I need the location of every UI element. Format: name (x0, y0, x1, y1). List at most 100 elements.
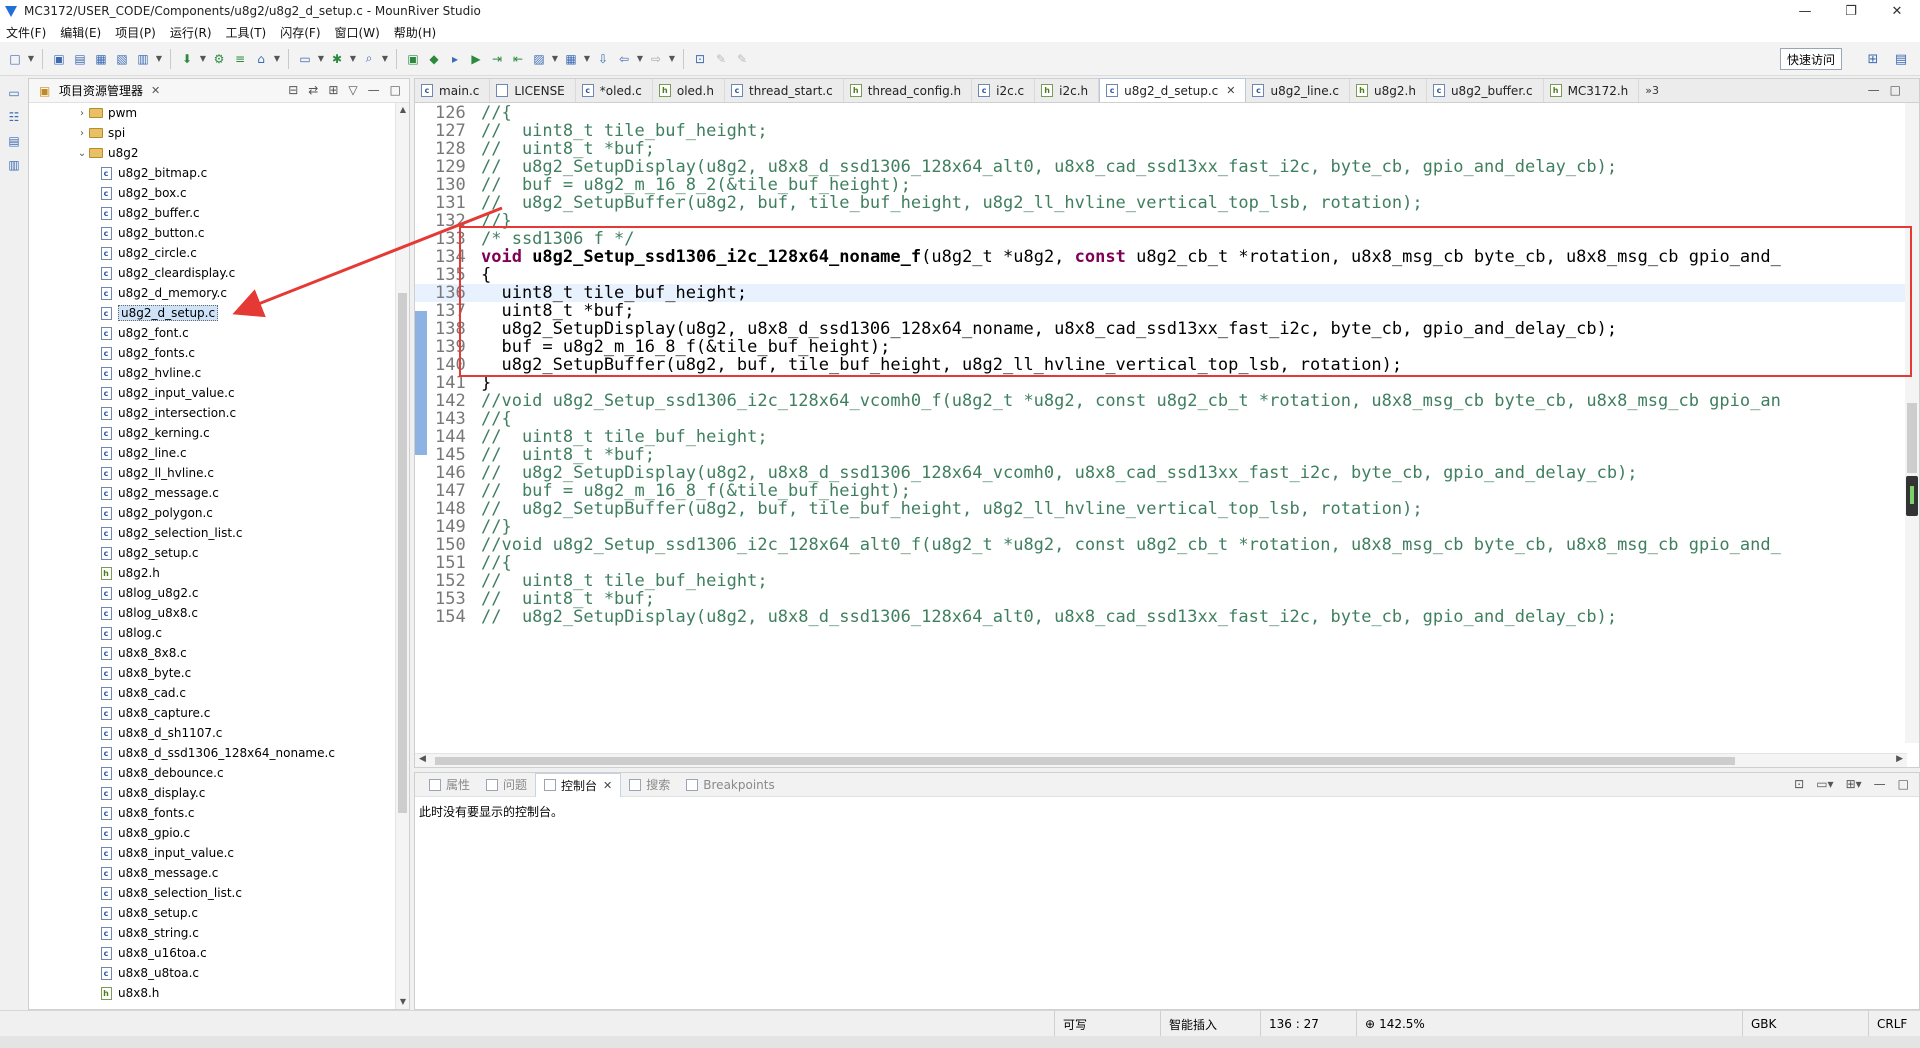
package-icon[interactable]: ⌂ (252, 50, 270, 68)
close-tab-icon[interactable]: ✕ (603, 779, 612, 792)
menu-file[interactable]: 文件(F) (6, 24, 46, 41)
tree-file[interactable]: c u8g2_circle.c (29, 243, 397, 263)
editor-tab[interactable]: h i2c.h (1035, 79, 1100, 102)
erase-icon[interactable]: ◆ (425, 50, 443, 68)
stack-icon[interactable]: ≡ (231, 50, 249, 68)
tree-file[interactable]: c u8log.c (29, 623, 397, 643)
code-line[interactable]: 149 //} (415, 518, 1905, 536)
tree-file[interactable]: c u8g2_d_setup.c (29, 303, 397, 323)
tree-file[interactable]: c u8g2_hvline.c (29, 363, 397, 383)
menu-flash[interactable]: 闪存(F) (280, 24, 320, 41)
console-view-tab[interactable]: 问题 (478, 773, 535, 797)
dropdown-arrow-icon[interactable]: ▼ (349, 50, 357, 68)
editor-min-max-icon[interactable]: —□ (1868, 83, 1911, 97)
maximize-button[interactable]: ❐ (1828, 0, 1874, 22)
scroll-left-icon[interactable]: ◀ (419, 754, 426, 764)
view-menu-icon[interactable]: ▽ (348, 83, 357, 97)
menu-project[interactable]: 项目(P) (115, 24, 156, 41)
tree-folder[interactable]: › pwm (29, 103, 397, 123)
search-icon[interactable]: ⌕ (360, 50, 378, 68)
more-tabs-button[interactable]: »3 (1639, 79, 1665, 102)
tree-file[interactable]: c u8x8_string.c (29, 923, 397, 943)
code-line[interactable]: 132 //} (415, 212, 1905, 230)
dropdown-arrow-icon[interactable]: ▼ (27, 50, 35, 68)
book-icon[interactable]: ▥ (5, 156, 23, 174)
code-line[interactable]: 146 // u8g2_SetupDisplay(u8g2, u8x8_d_ssd… (415, 464, 1905, 482)
scroll-up-icon[interactable]: ▲ (396, 103, 410, 117)
align-icon[interactable]: ⇥ (488, 50, 506, 68)
code-line[interactable]: 134 void u8g2_Setup_ssd1306_i2c_128x64_no… (415, 248, 1905, 266)
tree-file[interactable]: c u8x8_u8toa.c (29, 963, 397, 983)
tree-file[interactable]: c u8g2_kerning.c (29, 423, 397, 443)
code-line[interactable]: 139 buf = u8g2_m_16_8_f(&tile_buf_height… (415, 338, 1905, 356)
flash-icon[interactable]: ▣ (404, 50, 422, 68)
save-all-icon[interactable]: ▤ (71, 50, 89, 68)
tree-file[interactable]: c u8g2_fonts.c (29, 343, 397, 363)
dropdown-arrow-icon[interactable]: ▼ (668, 50, 676, 68)
tree-file[interactable]: c u8g2_font.c (29, 323, 397, 343)
tree-file[interactable]: c u8x8_fonts.c (29, 803, 397, 823)
menu-tools[interactable]: 工具(T) (226, 24, 267, 41)
next-annotation-icon[interactable]: ⇩ (594, 50, 612, 68)
tree-file[interactable]: c u8g2_ll_hvline.c (29, 463, 397, 483)
terminal-icon[interactable]: ▭ (296, 50, 314, 68)
tree-file[interactable]: c u8x8_u16toa.c (29, 943, 397, 963)
code-line[interactable]: 131 // u8g2_SetupBuffer(u8g2, buf, tile_b… (415, 194, 1905, 212)
code-line[interactable]: 135 { (415, 266, 1905, 284)
maximize-view-icon[interactable]: □ (1898, 777, 1909, 791)
tree-file[interactable]: c u8x8_message.c (29, 863, 397, 883)
c-perspective-icon[interactable]: ▤ (1890, 48, 1912, 70)
editor-tab[interactable]: h thread_config.h (844, 79, 973, 102)
editor-tab[interactable]: c thread_start.c (725, 79, 844, 102)
console-view-tab[interactable]: 属性 (421, 773, 478, 797)
tree-file[interactable]: c u8x8_d_sh1107.c (29, 723, 397, 743)
scroll-right-icon[interactable]: ▶ (1896, 754, 1903, 764)
menu-help[interactable]: 帮助(H) (394, 24, 436, 41)
code-line[interactable]: 154 // u8g2_SetupDisplay(u8g2, u8x8_d_ssd… (415, 608, 1905, 626)
new-console-icon[interactable]: ⊞▾ (1846, 777, 1862, 791)
forward-icon[interactable]: ⇨ (647, 50, 665, 68)
tree-file[interactable]: c u8x8_debounce.c (29, 763, 397, 783)
editor-tab[interactable]: c *oled.c (576, 79, 653, 102)
editor-tab[interactable]: c main.c (415, 79, 491, 102)
code-line[interactable]: 147 // buf = u8g2_m_16_8_f(&tile_buf_heig… (415, 482, 1905, 500)
code-line[interactable]: 141} (415, 374, 1905, 392)
tree-file[interactable]: c u8x8_byte.c (29, 663, 397, 683)
editor-tab[interactable]: h u8g2.h (1350, 79, 1427, 102)
pin-icon[interactable]: ⊡ (691, 50, 709, 68)
minimize-view-icon[interactable]: — (368, 83, 380, 97)
tree-file[interactable]: c u8x8_d_ssd1306_128x64_noname.c (29, 743, 397, 763)
expand-arrow-icon[interactable]: ⌄ (75, 148, 89, 159)
console-view-tab[interactable]: 控制台 ✕ (535, 772, 622, 797)
collapse-arrow-icon[interactable]: › (75, 108, 89, 119)
tree-file[interactable]: c u8x8_capture.c (29, 703, 397, 723)
tree-file[interactable]: c u8x8_selection_list.c (29, 883, 397, 903)
tree-file[interactable]: h u8g2.h (29, 563, 397, 583)
close-tab-icon[interactable]: ✕ (1226, 84, 1235, 97)
tree-file[interactable]: c u8g2_line.c (29, 443, 397, 463)
code-line[interactable]: 133 /* ssd1306 f */ (415, 230, 1905, 248)
minimize-button[interactable]: — (1782, 0, 1828, 22)
build-all-icon[interactable]: ⚙ (210, 50, 228, 68)
grid-icon[interactable]: ▦ (562, 50, 580, 68)
scroll-down-icon[interactable]: ▼ (396, 995, 410, 1009)
editor-tab[interactable]: LICENSE (490, 79, 576, 102)
code-line[interactable]: 142 //void u8g2_Setup_ssd1306_i2c_128x64_… (415, 392, 1905, 410)
tree-file[interactable]: c u8g2_d_memory.c (29, 283, 397, 303)
code-line[interactable]: 153 // uint8_t *buf; (415, 590, 1905, 608)
code-vscroll-thumb[interactable] (1907, 403, 1917, 473)
console-icon[interactable]: ▸ (446, 50, 464, 68)
code-line[interactable]: 140 u8g2_SetupBuffer(u8g2, buf, tile_buf… (415, 356, 1905, 374)
dropdown-arrow-icon[interactable]: ▼ (273, 50, 281, 68)
minimize-view-icon[interactable]: — (1874, 777, 1886, 791)
editor-tab[interactable]: c u8g2_d_setup.c ✕ (1099, 78, 1247, 102)
indent-icon[interactable]: ⇤ (509, 50, 527, 68)
maximize-view-icon[interactable]: □ (390, 83, 401, 97)
code-line[interactable]: 129 // u8g2_SetupDisplay(u8g2, u8x8_d_ssd… (415, 158, 1905, 176)
tree-file[interactable]: c u8g2_message.c (29, 483, 397, 503)
tree-scrollbar[interactable]: ▲ ▼ (395, 103, 409, 1009)
filter-icon[interactable]: ⊞ (328, 83, 338, 97)
include-icon[interactable]: ▤ (5, 132, 23, 150)
tree-file[interactable]: c u8g2_selection_list.c (29, 523, 397, 543)
overview-ruler-marker[interactable] (1906, 476, 1918, 516)
